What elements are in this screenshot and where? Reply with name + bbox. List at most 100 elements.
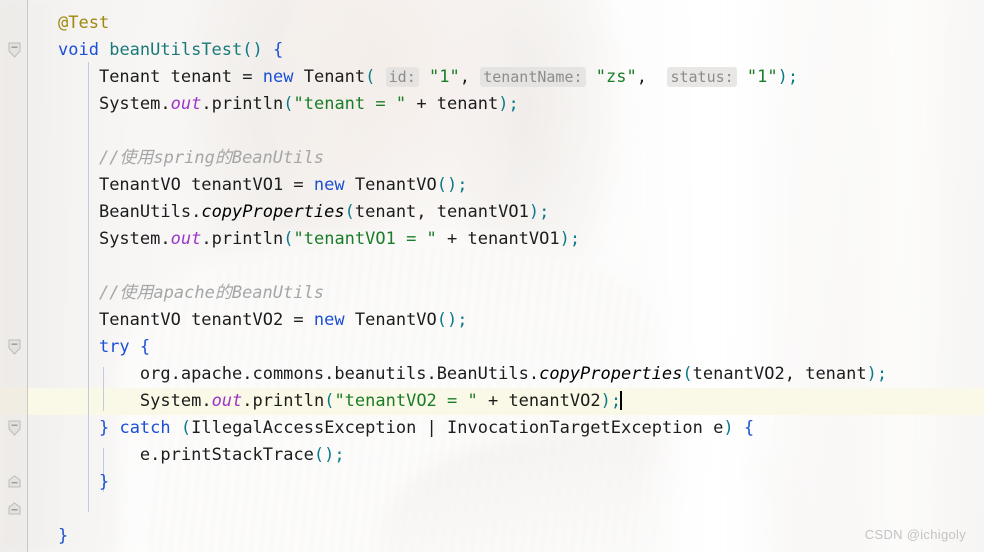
code-token: tenant, tenantVO1 [354, 202, 529, 222]
text-caret [620, 391, 623, 410]
code-token: TenantVO tenantVO2 [98, 310, 294, 330]
code-token: new [262, 67, 294, 87]
code-token: = [293, 310, 304, 330]
code-token: @Test [58, 13, 110, 33]
code-token: System [139, 391, 202, 411]
code-line[interactable]: TenantVO tenantVO2 = new TenantVO(); [0, 307, 887, 334]
code-token: out [170, 229, 202, 249]
code-token: org.apache.commons.beanutils.BeanUtils [139, 364, 529, 384]
code-token: ; [457, 310, 468, 330]
code-token: out [170, 94, 202, 114]
code-token: { [743, 418, 755, 438]
watermark: CSDN @ichigoly [864, 527, 966, 542]
code-token: println [211, 94, 284, 114]
code-line[interactable]: } [0, 523, 887, 550]
code-line[interactable]: TenantVO tenantVO1 = new TenantVO(); [0, 172, 887, 199]
code-line[interactable] [0, 253, 887, 280]
code-token: IllegalAccessException | InvocationTarge… [191, 418, 724, 438]
code-token: //使用apache的BeanUtils [98, 283, 324, 303]
code-token: ( [682, 364, 693, 384]
code-token: . [528, 364, 540, 384]
code-token: ) [559, 229, 570, 249]
code-line[interactable] [0, 118, 887, 145]
code-token: + tenant [406, 94, 499, 114]
code-token: , [636, 67, 668, 87]
code-token: copyProperties [201, 202, 345, 222]
code-line[interactable]: try { [0, 334, 887, 361]
code-token: ) [498, 94, 509, 114]
code-token: ( [283, 229, 294, 249]
code-token: ; [787, 67, 799, 87]
code-line[interactable]: void beanUtilsTest() { [0, 37, 887, 64]
code-editor[interactable]: @Test void beanUtilsTest() { Tenant tenan… [0, 0, 984, 552]
code-token: new [313, 310, 345, 330]
code-token: + tenantVO1 [436, 229, 560, 249]
code-line[interactable]: } [0, 469, 887, 496]
code-token: System [98, 94, 161, 114]
code-token: ( [283, 94, 294, 114]
code-line[interactable]: org.apache.commons.beanutils.BeanUtils.c… [0, 361, 887, 388]
code-token: beanUtilsTest [109, 40, 243, 60]
code-token: void [58, 40, 99, 60]
code-token: //使用spring的BeanUtils [98, 148, 324, 168]
code-token: . [160, 94, 171, 114]
code-token: } [98, 472, 110, 492]
code-line[interactable]: e.printStackTrace(); [0, 442, 887, 469]
code-token: "tenantVO1 = " [293, 229, 437, 249]
code-token: = [242, 67, 253, 87]
code-token: ) [528, 202, 540, 222]
code-token: Tenant tenant [98, 67, 243, 87]
code-token: "1" [428, 67, 460, 87]
code-token: id: [385, 67, 419, 87]
code-token: println [211, 229, 284, 249]
code-token: ( [180, 418, 192, 438]
code-line[interactable]: @Test [0, 10, 887, 37]
code-line[interactable] [0, 496, 887, 523]
code-token: () [436, 310, 458, 330]
code-token: ; [334, 445, 345, 465]
code-token: status: [667, 67, 737, 87]
code-token: TenantVO [354, 310, 437, 330]
code-token: . [150, 445, 161, 465]
code-line[interactable]: //使用spring的BeanUtils [0, 145, 887, 172]
code-token: "tenantVO2 = " [334, 391, 478, 411]
code-line[interactable]: System.out.println("tenantVO1 = " + tena… [0, 226, 887, 253]
code-line[interactable]: System.out.println("tenant = " + tenant)… [0, 91, 887, 118]
code-token: "tenant = " [293, 94, 407, 114]
code-token: . [160, 229, 171, 249]
code-line[interactable]: } catch (IllegalAccessException | Invoca… [0, 415, 887, 442]
code-token: catch [119, 418, 171, 438]
code-token: () [313, 445, 335, 465]
code-line[interactable]: BeanUtils.copyProperties(tenant, tenantV… [0, 199, 887, 226]
code-token: () [242, 40, 263, 60]
code-token: copyProperties [539, 364, 683, 384]
code-line[interactable]: System.out.println("tenantVO2 = " + tena… [0, 388, 887, 415]
code-content[interactable]: @Test void beanUtilsTest() { Tenant tenan… [0, 0, 887, 550]
code-line[interactable]: //使用apache的BeanUtils [0, 280, 887, 307]
code-line[interactable]: Tenant tenant = new Tenant( id: "1", ten… [0, 64, 887, 91]
code-token: "zs" [595, 67, 637, 87]
code-token: { [273, 40, 284, 60]
